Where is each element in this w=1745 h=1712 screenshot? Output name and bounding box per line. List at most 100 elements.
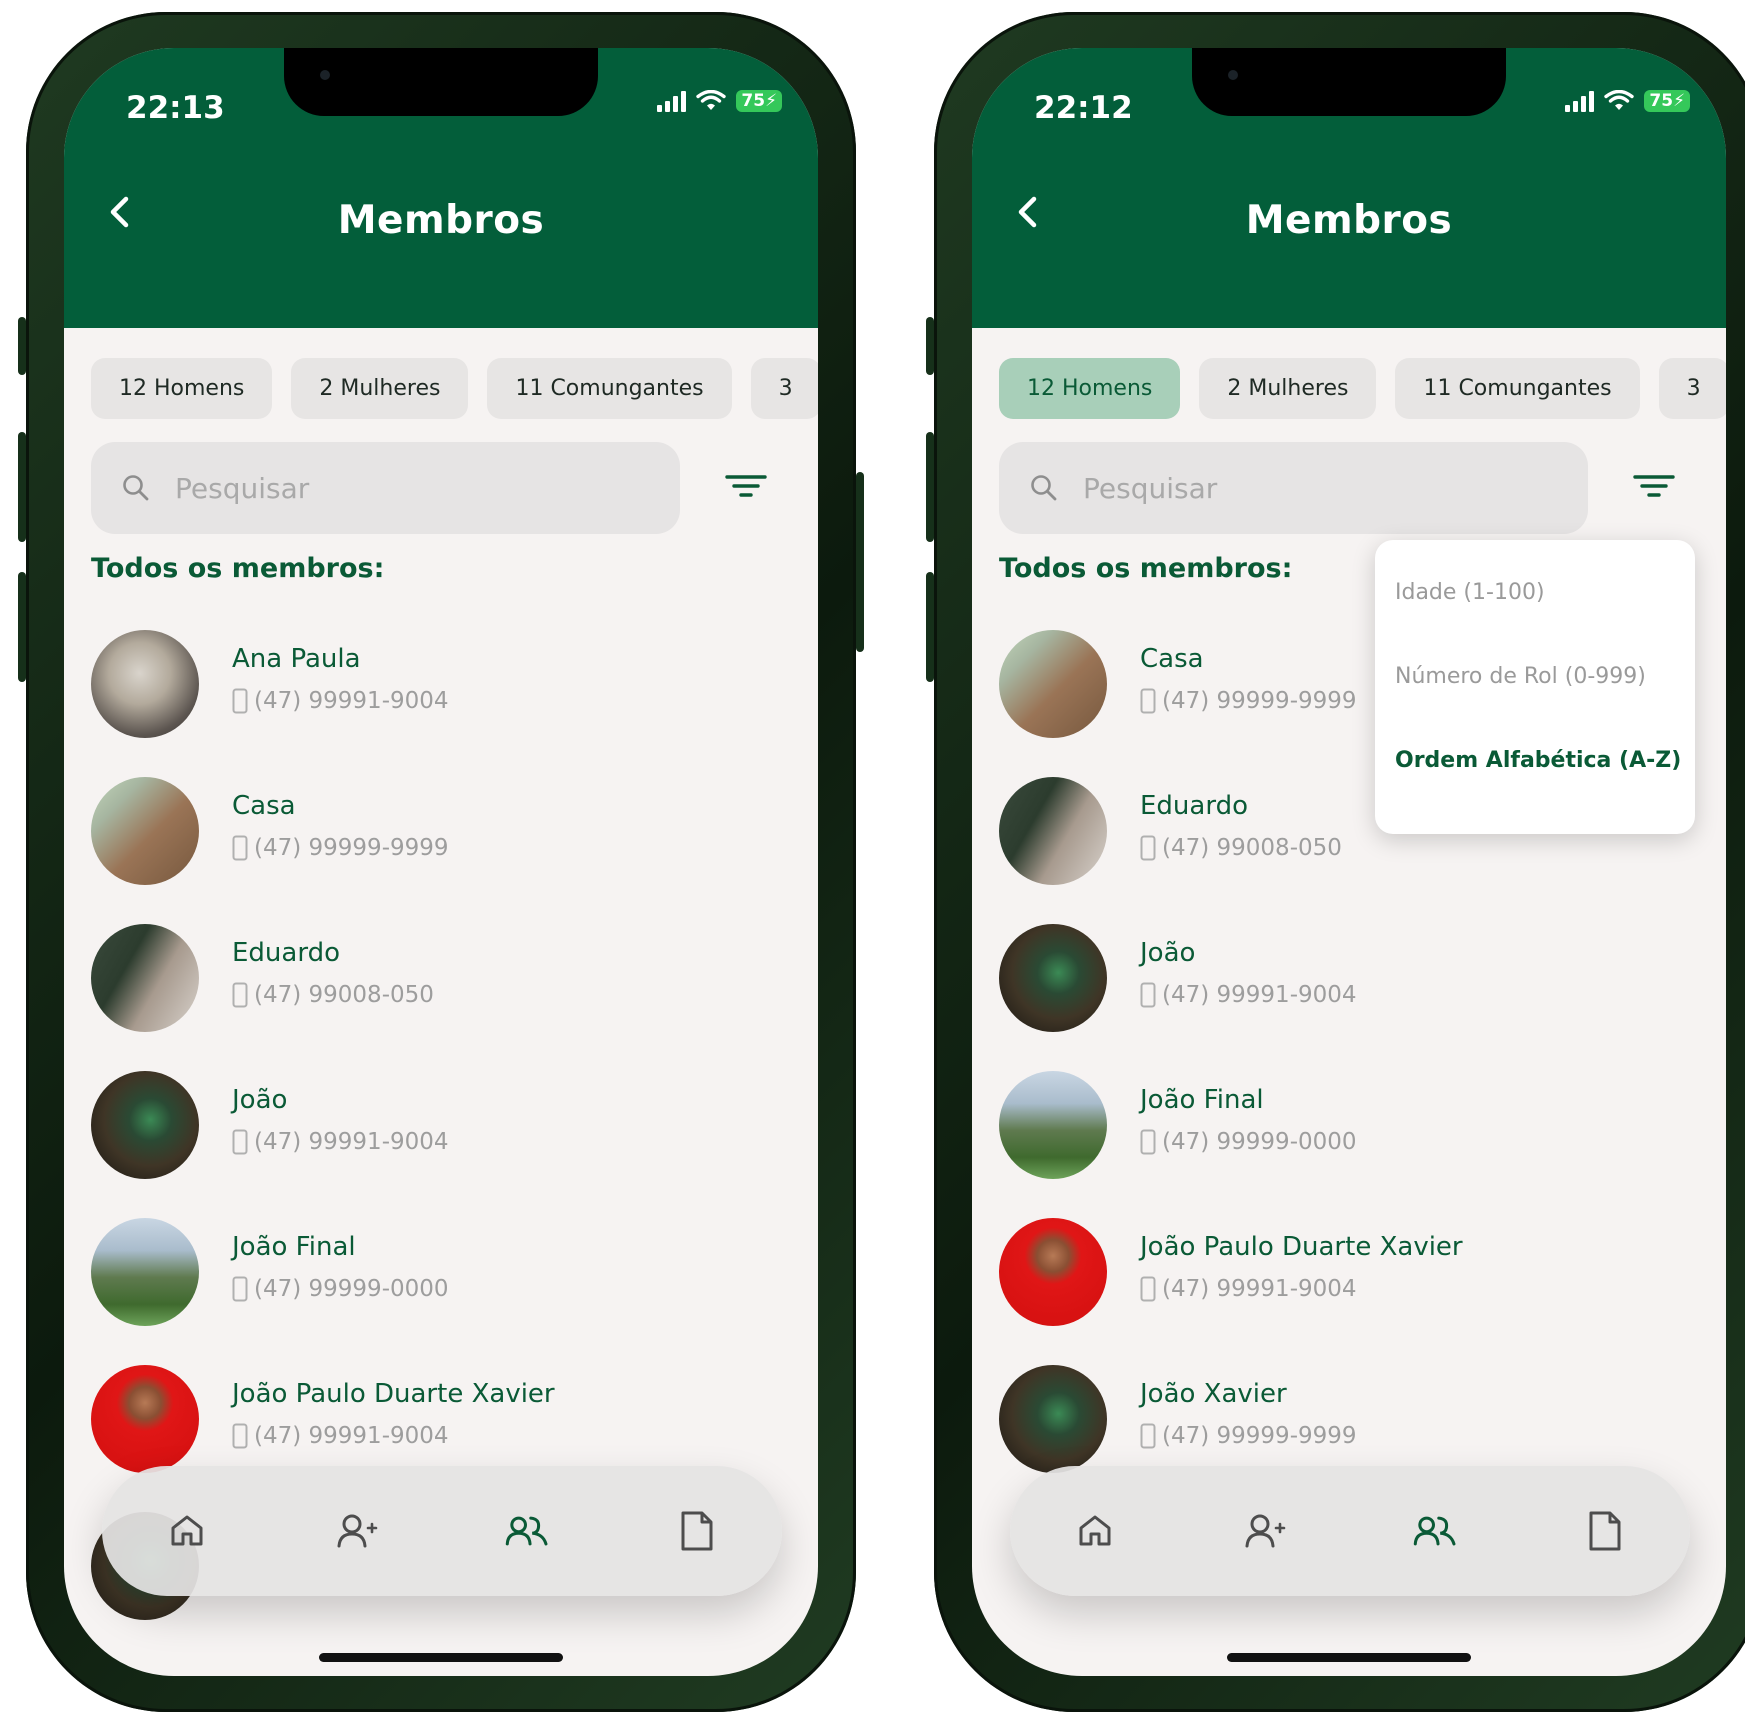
avatar [91, 777, 199, 885]
member-row[interactable]: Casa (47) 99999-9999 [91, 777, 818, 924]
notch [1192, 48, 1506, 116]
nav-members[interactable] [1413, 1509, 1457, 1553]
member-row[interactable]: Eduardo (47) 99008-050 [91, 924, 818, 1071]
avatar [91, 630, 199, 738]
home-indicator [1227, 1653, 1471, 1662]
avatar [999, 777, 1107, 885]
phone-frame-right: 22:12 75⚡ Membros 12 Homens 2 Mulheres 1… [926, 12, 1745, 1712]
add-user-icon [1245, 1514, 1286, 1548]
nav-home[interactable] [1073, 1509, 1117, 1553]
member-row[interactable]: João Final (47) 99999-0000 [999, 1071, 1726, 1218]
battery-indicator: 75⚡ [736, 90, 782, 112]
chip-mulheres[interactable]: 2 Mulheres [1199, 358, 1377, 419]
member-phone: (47) 99999-9999 [232, 835, 449, 861]
chip-partial[interactable]: 3 [1658, 358, 1726, 419]
member-name: Casa [232, 791, 296, 821]
nav-members[interactable] [505, 1509, 549, 1553]
avatar [999, 1071, 1107, 1179]
nav-add-member[interactable] [335, 1509, 379, 1553]
status-icons: 75⚡ [1565, 90, 1690, 112]
avatar [999, 1218, 1107, 1326]
member-phone: (47) 99991-9004 [232, 688, 449, 714]
signal-icon [1565, 90, 1595, 112]
document-icon [681, 1511, 713, 1551]
volume-up-button [18, 432, 26, 542]
search-input[interactable] [1081, 470, 1485, 506]
volume-up-button [926, 432, 934, 542]
chip-mulheres[interactable]: 2 Mulheres [291, 358, 469, 419]
status-time: 22:13 [126, 90, 225, 126]
power-button [856, 472, 864, 652]
member-row[interactable]: João Final (47) 99999-0000 [91, 1218, 818, 1365]
member-phone: (47) 99991-9004 [1140, 982, 1357, 1008]
member-name: Eduardo [232, 938, 340, 968]
member-name: Eduardo [1140, 791, 1248, 821]
member-row[interactable]: João Paulo Duarte Xavier (47) 99991-9004 [999, 1218, 1726, 1365]
sort-option-alphabetical[interactable]: Ordem Alfabética (A-Z) [1395, 748, 1681, 773]
avatar [91, 1071, 199, 1179]
member-name: Ana Paula [232, 644, 361, 674]
avatar [91, 1218, 199, 1326]
chip-comungantes[interactable]: 11 Comungantes [487, 358, 732, 419]
filter-icon[interactable] [724, 468, 768, 504]
avatar [91, 924, 199, 1032]
phone-icon [232, 1276, 248, 1302]
member-name: João [232, 1085, 288, 1115]
nav-documents[interactable] [675, 1509, 719, 1553]
member-name: João Xavier [1140, 1379, 1287, 1409]
member-phone: (47) 99999-0000 [1140, 1129, 1357, 1155]
avatar [999, 924, 1107, 1032]
bottom-nav [1010, 1466, 1690, 1596]
phone-icon [232, 835, 248, 861]
sort-option-age[interactable]: Idade (1-100) [1395, 580, 1545, 605]
chip-comungantes[interactable]: 11 Comungantes [1395, 358, 1640, 419]
member-phone: (47) 99999-9999 [1140, 688, 1357, 714]
bottom-nav [102, 1466, 782, 1596]
notch [284, 48, 598, 116]
camera-icon [1228, 70, 1238, 80]
home-icon [171, 1515, 203, 1546]
battery-indicator: 75⚡ [1644, 90, 1690, 112]
nav-home[interactable] [165, 1509, 209, 1553]
member-name: João Final [1140, 1085, 1264, 1115]
screen: 22:12 75⚡ Membros 12 Homens 2 Mulheres 1… [972, 48, 1726, 1676]
phone-icon [232, 982, 248, 1008]
chip-homens[interactable]: 12 Homens [999, 358, 1181, 419]
avatar [999, 630, 1107, 738]
member-name: João [1140, 938, 1196, 968]
member-name: Casa [1140, 644, 1204, 674]
chip-partial[interactable]: 3 [750, 358, 818, 419]
nav-add-member[interactable] [1243, 1509, 1287, 1553]
search-bar [999, 442, 1588, 534]
search-input[interactable] [173, 470, 577, 506]
chip-homens[interactable]: 12 Homens [91, 358, 273, 419]
document-icon [1589, 1511, 1621, 1551]
phone-icon [1140, 835, 1156, 861]
member-phone: (47) 99999-0000 [232, 1276, 449, 1302]
member-phone: (47) 99991-9004 [232, 1129, 449, 1155]
phone-icon [232, 688, 248, 714]
member-phone: (47) 99991-9004 [1140, 1276, 1357, 1302]
filter-icon[interactable] [1632, 468, 1676, 504]
camera-icon [320, 70, 330, 80]
member-name: João Paulo Duarte Xavier [1140, 1232, 1463, 1262]
member-row[interactable]: Ana Paula (47) 99991-9004 [91, 630, 818, 777]
member-row[interactable]: João (47) 99991-9004 [999, 924, 1726, 1071]
status-time: 22:12 [1034, 90, 1133, 126]
mute-switch [926, 317, 934, 375]
mute-switch [18, 317, 26, 375]
search-bar [91, 442, 680, 534]
member-phone: (47) 99999-9999 [1140, 1423, 1357, 1449]
volume-down-button [18, 572, 26, 682]
phone-icon [1140, 982, 1156, 1008]
avatar [91, 1365, 199, 1473]
phone-icon [1140, 1276, 1156, 1302]
signal-icon [657, 90, 687, 112]
nav-documents[interactable] [1583, 1509, 1627, 1553]
sort-option-roll-number[interactable]: Número de Rol (0-999) [1395, 664, 1646, 689]
member-name: João Paulo Duarte Xavier [232, 1379, 555, 1409]
member-row[interactable]: João (47) 99991-9004 [91, 1071, 818, 1218]
phone-icon [232, 1423, 248, 1449]
sort-menu: Idade (1-100) Número de Rol (0-999) Orde… [1375, 540, 1695, 834]
avatar [999, 1365, 1107, 1473]
